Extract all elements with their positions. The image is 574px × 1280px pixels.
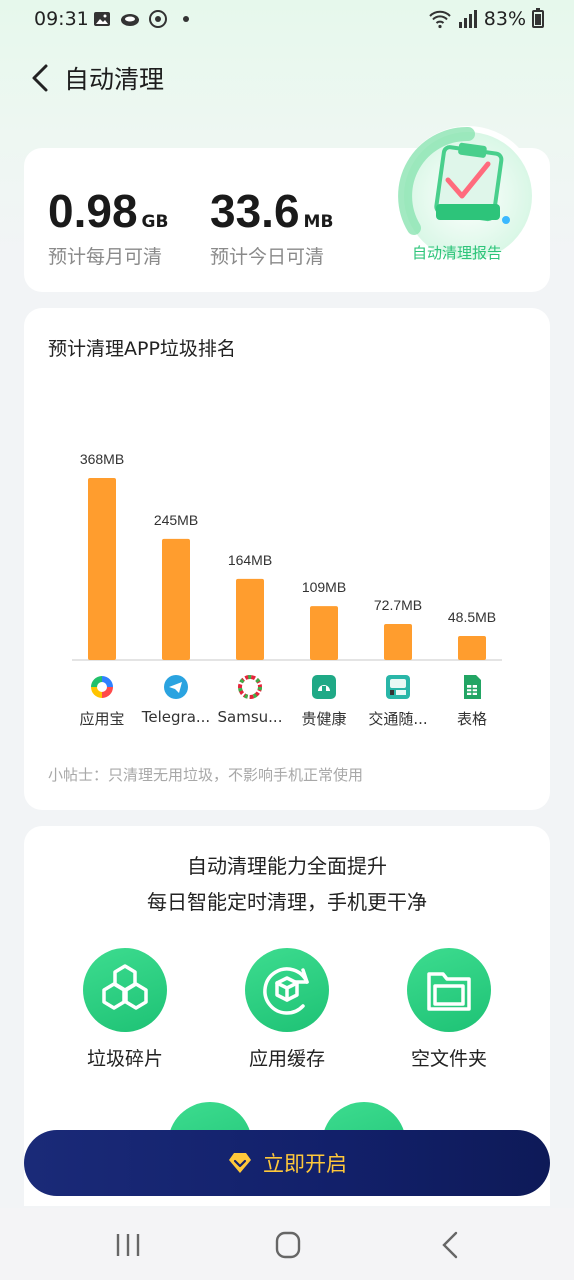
cloud-icon	[121, 14, 139, 26]
status-time: 09:31	[34, 8, 89, 30]
sync-icon	[149, 10, 167, 28]
battery-icon	[532, 8, 544, 28]
wifi-icon	[429, 10, 451, 29]
diamond-icon	[229, 1153, 251, 1173]
app-rank-item[interactable]: 表格	[435, 674, 509, 729]
signal-icon	[458, 10, 477, 28]
bar-value-label: 245MB	[154, 512, 198, 528]
system-nav-bar	[0, 1208, 574, 1280]
home-button[interactable]	[268, 1230, 308, 1260]
feature-app-cache: 应用缓存	[227, 948, 347, 1071]
battery-percent: 83%	[483, 8, 526, 30]
yingyongbao-icon	[89, 674, 115, 700]
monthly-value: 0.98	[48, 185, 138, 237]
enable-now-button[interactable]: 立即开启	[24, 1130, 550, 1196]
status-bar: 09:31 83%	[0, 0, 574, 40]
cube-refresh-icon	[245, 948, 329, 1032]
monthly-unit: GB	[141, 212, 169, 232]
folder-icon	[407, 948, 491, 1032]
sheets-icon	[459, 674, 485, 700]
chart-bar	[236, 578, 264, 660]
app-name: 应用宝	[79, 710, 125, 728]
report-label[interactable]: 自动清理报告	[412, 242, 502, 263]
summary-card: 0.98 GB 预计每月可清 33.6 MB 预计今日可清 自动清理报告	[24, 126, 550, 292]
feature-subtitle: 每日智能定时清理，手机更干净	[147, 890, 427, 914]
bar-value-label: 72.7MB	[374, 597, 422, 613]
back-nav-button[interactable]	[430, 1230, 470, 1260]
feature-empty-folders: 空文件夹	[389, 948, 509, 1071]
gui-health-icon	[311, 674, 337, 700]
feature-label: 应用缓存	[248, 1048, 325, 1070]
chart-bar	[384, 624, 412, 660]
today-value: 33.6	[210, 185, 300, 237]
today-metric: 33.6 MB 预计今日可清	[210, 184, 334, 268]
bar-value-label: 109MB	[302, 579, 346, 595]
bar-value-label: 368MB	[80, 451, 124, 467]
chart-bar	[458, 636, 486, 660]
bar-value-label: 48.5MB	[448, 609, 496, 625]
header: 自动清理	[0, 56, 574, 100]
app-rank-item[interactable]: 贵健康	[287, 674, 361, 729]
feature-junk-fragments: 垃圾碎片	[65, 948, 185, 1071]
feature-title: 自动清理能力全面提升	[187, 854, 387, 878]
today-label: 预计今日可清	[210, 246, 325, 268]
app-name: Samsu...	[217, 708, 283, 726]
feature-label: 空文件夹	[410, 1048, 487, 1070]
tip-text: 小帖士：只清理无用垃圾，不影响手机正常使用	[48, 766, 364, 784]
recents-button[interactable]	[108, 1230, 148, 1260]
image-icon	[94, 12, 110, 26]
monthly-metric: 0.98 GB 预计每月可清	[48, 184, 169, 268]
back-button[interactable]	[28, 62, 52, 94]
app-rank-item[interactable]: 交通随...	[361, 674, 435, 729]
ranking-card: 预计清理APP垃圾排名 368MB 245MB 164MB 109MB 72.7MB 48…	[24, 308, 550, 810]
chart-bar	[162, 538, 190, 660]
feature-label: 垃圾碎片	[86, 1048, 163, 1070]
chart-bar	[310, 606, 338, 660]
app-rank-item[interactable]: Telegra...	[139, 674, 213, 726]
app-name: 交通随...	[368, 710, 428, 728]
notification-icons	[92, 9, 196, 29]
app-rank-item[interactable]: 应用宝	[65, 674, 139, 729]
app-rank-item[interactable]: Samsu...	[213, 674, 287, 726]
today-unit: MB	[303, 212, 334, 232]
status-right: 83%	[428, 8, 544, 30]
page-title: 自动清理	[64, 65, 165, 94]
app-name: 贵健康	[301, 710, 347, 728]
chart-bar	[88, 478, 116, 660]
bar-value-label: 164MB	[228, 552, 272, 568]
hexagons-icon	[83, 948, 167, 1032]
enable-now-label: 立即开启	[263, 1152, 347, 1176]
app-name: 表格	[456, 710, 487, 728]
monthly-label: 预计每月可清	[48, 246, 163, 268]
traffic-pass-icon	[385, 674, 411, 700]
app-name: Telegra...	[141, 708, 211, 726]
dot-icon	[183, 16, 189, 22]
telegram-icon	[163, 674, 189, 700]
samsung-global-goals-icon	[237, 674, 263, 700]
